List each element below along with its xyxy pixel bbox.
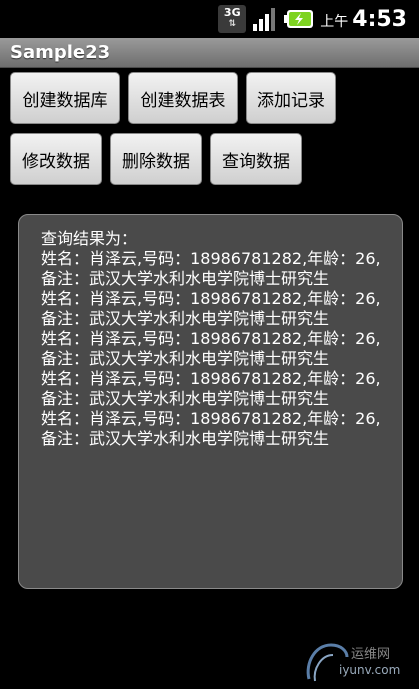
network-type-label: 3G: [223, 6, 241, 19]
app-title-bar: Sample23: [0, 38, 419, 68]
query-result-panel: 查询结果为： 姓名：肖泽云,号码：18986781282,年龄：26,备注：武汉…: [18, 214, 403, 589]
create-database-button[interactable]: 创建数据库: [10, 72, 120, 124]
result-record: 姓名：肖泽云,号码：18986781282,年龄：26,备注：武汉大学水利水电学…: [41, 409, 381, 448]
watermark: 运维网 iyunv.com: [301, 639, 411, 685]
add-record-button[interactable]: 添加记录: [246, 72, 336, 124]
create-table-button[interactable]: 创建数据表: [128, 72, 238, 124]
signal-strength-icon: [253, 8, 276, 31]
data-arrows-icon: ⇅: [228, 19, 237, 29]
query-result-header: 查询结果为：: [41, 229, 138, 248]
watermark-url: iyunv.com: [339, 663, 401, 677]
result-record: 姓名：肖泽云,号码：18986781282,年龄：26,备注：武汉大学水利水电学…: [41, 289, 381, 328]
network-3g-icon: 3G ⇅: [218, 5, 247, 33]
delete-data-button[interactable]: 删除数据: [110, 133, 202, 185]
clock-time: 4:53: [352, 6, 407, 32]
update-data-button[interactable]: 修改数据: [10, 133, 102, 185]
result-record: 姓名：肖泽云,号码：18986781282,年龄：26,备注：武汉大学水利水电学…: [41, 329, 381, 368]
screen: 3G ⇅ 上午 4:53 Sample23 创建数据库 创建数据表 添加记录 修…: [0, 0, 419, 689]
result-record: 姓名：肖泽云,号码：18986781282,年龄：26,备注：武汉大学水利水电学…: [41, 369, 381, 408]
status-bar: 3G ⇅ 上午 4:53: [0, 0, 419, 38]
result-record: 姓名：肖泽云,号码：18986781282,年龄：26,备注：武汉大学水利水电学…: [41, 249, 381, 288]
app-title: Sample23: [10, 42, 111, 63]
watermark-name: 运维网: [351, 647, 391, 662]
clock: 上午 4:53: [320, 7, 407, 32]
clock-ampm: 上午: [320, 13, 349, 30]
watermark-logo-icon: [306, 643, 349, 682]
battery-charging-icon: [284, 10, 314, 28]
query-result-text: 查询结果为： 姓名：肖泽云,号码：18986781282,年龄：26,备注：武汉…: [41, 229, 388, 449]
query-data-button[interactable]: 查询数据: [210, 133, 302, 185]
